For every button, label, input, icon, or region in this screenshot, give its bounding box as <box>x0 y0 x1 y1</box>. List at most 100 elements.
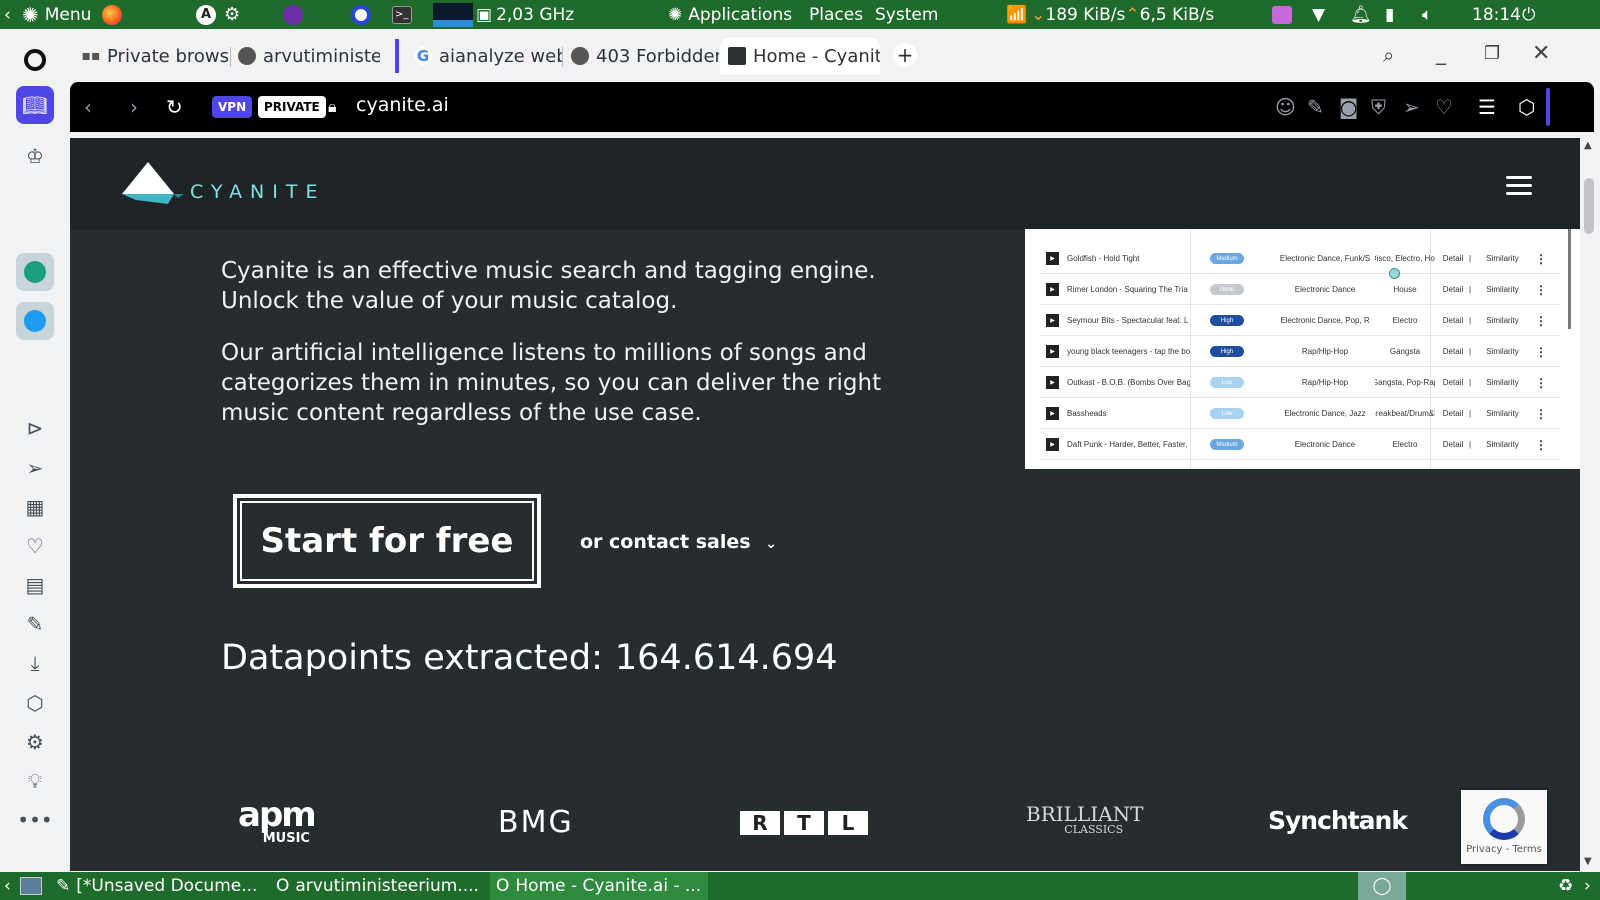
similarity-link[interactable]: Similarity <box>1480 367 1525 398</box>
system-menu[interactable]: System <box>875 0 938 29</box>
table-row[interactable]: ▶ Bassheads Low Electronic Dance, Jazz Break… <box>1040 398 1560 429</box>
panel-left-arrow[interactable]: ‹ <box>4 0 11 29</box>
app-a-launcher[interactable]: A <box>196 0 216 29</box>
sidebar-bookmarks-button[interactable]: ♡ <box>16 527 54 565</box>
row-menu-icon[interactable]: ⋮ <box>1534 336 1548 367</box>
table-row[interactable]: ▶ Outkast - B.O.B. (Bombs Over Bag Low Rap/… <box>1040 367 1560 398</box>
clock[interactable]: 18:14 <box>1472 0 1521 29</box>
sidebar-player-button[interactable]: ⊳ <box>16 409 54 447</box>
menu-button[interactable]: ✺ Menu <box>22 0 91 29</box>
easy-setup-button[interactable]: ☰ <box>1478 96 1496 118</box>
notification-indicator[interactable]: 🔔︎ <box>1350 0 1372 29</box>
row-menu-icon[interactable]: ⋮ <box>1534 305 1548 336</box>
tab-arvutiministeerium[interactable]: arvutiministee <box>230 38 380 74</box>
scroll-down-icon[interactable]: ▼ <box>1584 856 1592 867</box>
row-menu-icon[interactable]: ⋮ <box>1534 398 1548 429</box>
new-tab-button[interactable]: + <box>893 43 917 67</box>
volume-indicator[interactable]: 🔈︎ <box>1422 0 1432 29</box>
emoji-button[interactable]: ☺ <box>1275 96 1296 118</box>
play-icon[interactable]: ▶ <box>1046 376 1059 389</box>
battery-indicator[interactable]: ▮ <box>1385 0 1394 29</box>
tor-launcher[interactable] <box>283 0 303 29</box>
sidebar-pinboard-button[interactable]: ✎ <box>16 605 54 643</box>
row-menu-icon[interactable]: ⋮ <box>1534 243 1548 274</box>
back-button[interactable]: ‹ <box>84 96 92 118</box>
similarity-link[interactable]: Similarity <box>1480 429 1525 460</box>
workspace-switcher[interactable]: ◯ <box>1358 872 1406 900</box>
sidebar-chatgpt-button[interactable] <box>16 253 54 291</box>
minimize-button[interactable]: _ <box>1436 41 1446 65</box>
tab-search-button[interactable]: ⌕ <box>1383 43 1394 67</box>
tab-cyanite-active[interactable]: Home - Cyanit <box>720 38 880 74</box>
play-icon[interactable]: ▶ <box>1046 345 1059 358</box>
power-button[interactable]: ⏻ <box>1522 0 1535 29</box>
edit-button[interactable]: ✎ <box>1307 96 1324 118</box>
sidebar-crown-button[interactable]: ♔ <box>16 137 54 175</box>
recaptcha-badge[interactable]: Privacy - Terms <box>1461 790 1547 864</box>
snapshot-button[interactable]: ◙ <box>1339 96 1358 118</box>
taskbar-task-opera-2[interactable]: O Home - Cyanite.ai - ... <box>490 872 708 900</box>
maximize-button[interactable]: ❐ <box>1484 43 1500 64</box>
table-row[interactable]: ▶ Daft Punk - Harder, Better, Faster, Medi… <box>1040 429 1560 460</box>
similarity-link[interactable]: Similarity <box>1480 243 1525 274</box>
sidebar-more-button[interactable]: ••• <box>16 801 54 839</box>
sidebar-speeddial-button[interactable]: ▦ <box>16 488 54 526</box>
table-row[interactable]: ▶ Rimer London - Squaring The Tria None Ele… <box>1040 274 1560 305</box>
site-logo-text[interactable]: CYANITE <box>190 181 326 203</box>
table-row[interactable]: ▶ Seymour Bits - Spectacular feat. L High E… <box>1040 305 1560 336</box>
detail-link[interactable]: Detail <box>1438 429 1468 460</box>
hamburger-menu-button[interactable] <box>1506 176 1532 196</box>
close-window-button[interactable]: ✕ <box>1532 41 1550 66</box>
play-icon[interactable]: ▶ <box>1046 438 1059 451</box>
detail-link[interactable]: Detail <box>1438 336 1468 367</box>
row-menu-icon[interactable]: ⋮ <box>1534 274 1548 305</box>
play-icon[interactable]: ▶ <box>1046 283 1059 296</box>
similarity-link[interactable]: Similarity <box>1480 336 1525 367</box>
opera-logo-button[interactable] <box>16 41 54 79</box>
recaptcha-links[interactable]: Privacy - Terms <box>1466 844 1542 855</box>
reload-button[interactable]: ↻ <box>166 96 183 118</box>
detail-link[interactable]: Detail <box>1438 274 1468 305</box>
tab-aianalyze[interactable]: G aianalyze web <box>406 38 562 74</box>
send-page-button[interactable]: ➢ <box>1403 96 1420 118</box>
trash-button[interactable]: ♻ <box>1558 872 1573 900</box>
taskbar-right-arrow[interactable]: › <box>1584 872 1591 900</box>
sidebar-extensions-button[interactable]: ⬡ <box>16 684 54 722</box>
scroll-up-icon[interactable]: ▲ <box>1584 140 1592 151</box>
similarity-link[interactable]: Similarity <box>1480 274 1525 305</box>
similarity-link[interactable]: Similarity <box>1480 398 1525 429</box>
contact-sales-link[interactable]: or contact sales ⌄ <box>580 531 777 553</box>
cyanite-logo-icon[interactable] <box>122 162 184 206</box>
detail-link[interactable]: Detail <box>1438 243 1468 274</box>
start-for-free-button[interactable]: Start for free <box>233 494 541 588</box>
adblock-button[interactable]: ⛨ <box>1371 96 1386 118</box>
firefox-launcher[interactable] <box>102 0 122 29</box>
applications-menu[interactable]: ✺ Applications <box>668 0 792 29</box>
url-field[interactable]: cyanite.ai <box>356 94 449 116</box>
forward-button[interactable]: › <box>130 96 138 118</box>
sidebar-send-button[interactable]: ➢ <box>16 449 54 487</box>
scroll-thumb[interactable] <box>1584 178 1594 234</box>
sidebar-settings-button[interactable]: ⚙ <box>16 723 54 761</box>
taskbar-task-opera-1[interactable]: O arvutiministeerium.... <box>276 872 486 900</box>
opera-launcher[interactable] <box>351 0 371 29</box>
show-desktop-button[interactable] <box>20 872 42 900</box>
tab-403-forbidden[interactable]: 403 Forbidden <box>563 38 719 74</box>
terminal-launcher[interactable]: >_ <box>392 0 412 29</box>
detail-link[interactable]: Detail <box>1438 305 1468 336</box>
table-row[interactable]: ▶ young black teenagers - tap the bo High R… <box>1040 336 1560 367</box>
audio-indicator[interactable] <box>1272 0 1292 29</box>
detail-link[interactable]: Detail <box>1438 398 1468 429</box>
wifi-indicator[interactable]: ▼ <box>1312 0 1325 29</box>
row-menu-icon[interactable]: ⋮ <box>1534 367 1548 398</box>
sidebar-twitter-button[interactable] <box>16 302 54 340</box>
page-scrollbar[interactable]: ▲ ▼ <box>1580 138 1600 871</box>
sidebar-reader-button[interactable]: 📖︎ <box>16 86 54 124</box>
bookmark-button[interactable]: ♡ <box>1435 96 1453 118</box>
similarity-link[interactable]: Similarity <box>1480 305 1525 336</box>
sidebar-tips-button[interactable]: 💡︎ <box>16 762 54 800</box>
detail-link[interactable]: Detail <box>1438 367 1468 398</box>
play-icon[interactable]: ▶ <box>1046 407 1059 420</box>
taskbar-left-arrow[interactable]: ‹ <box>4 872 11 900</box>
row-menu-icon[interactable]: ⋮ <box>1534 429 1548 460</box>
